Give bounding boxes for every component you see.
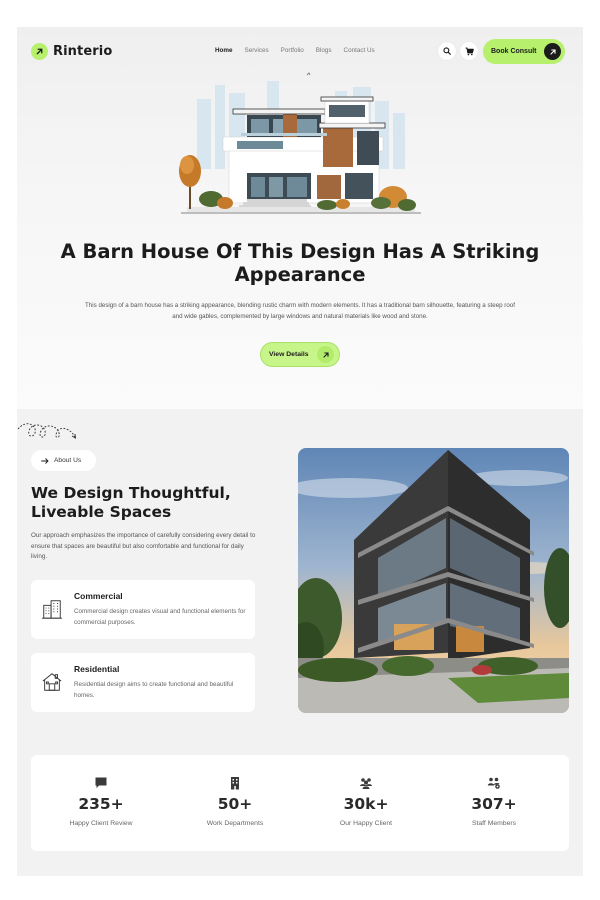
about-section: About Us We Design Thoughtful, Liveable … <box>17 409 583 876</box>
stat-value: 235+ <box>78 795 124 813</box>
card-title: Commercial <box>74 591 123 601</box>
nav-item-blogs[interactable]: Blogs <box>316 47 332 54</box>
navbar: Rinterio Home Services Portfolio Blogs C… <box>17 27 583 77</box>
cart-button[interactable] <box>460 42 478 60</box>
view-details-label: View Details <box>269 351 309 358</box>
team-icon <box>487 777 500 789</box>
arrow-right-icon <box>41 457 49 464</box>
about-title: We Design Thoughtful, Liveable Spaces <box>31 484 231 521</box>
logo-arrow-icon <box>31 43 48 60</box>
stat-label: Staff Members <box>471 820 517 827</box>
stat-label: Work Departments <box>206 820 264 827</box>
nav-item-home[interactable]: Home <box>215 47 233 54</box>
nav-item-services[interactable]: Services <box>245 47 269 54</box>
arrow-up-right-icon <box>544 43 561 60</box>
chat-icon <box>95 777 107 788</box>
hero-section: Rinterio Home Services Portfolio Blogs C… <box>17 27 583 409</box>
users-icon <box>360 778 372 789</box>
book-consult-button[interactable]: Book Consult <box>483 39 565 64</box>
hero-description: This design of a barn house has a striki… <box>85 302 515 320</box>
about-description: Our approach emphasizes the importance o… <box>31 532 256 560</box>
stat-value: 50+ <box>217 795 253 813</box>
stat-value: 30k+ <box>343 795 389 813</box>
stat-label: Our Happy Client <box>339 820 393 827</box>
logo[interactable]: Rinterio <box>31 43 112 60</box>
about-us-label: About Us <box>54 457 82 464</box>
search-icon <box>443 47 451 55</box>
office-icon <box>231 777 239 790</box>
building-icon <box>41 600 63 619</box>
stat-item: 307+ Staff Members <box>427 755 561 851</box>
building-photo <box>298 448 569 713</box>
page-frame: Rinterio Home Services Portfolio Blogs C… <box>17 27 583 876</box>
home-icon <box>42 673 62 691</box>
card-text: Residential design aims to create functi… <box>74 681 234 699</box>
main-menu: Home Services Portfolio Blogs Contact Us <box>215 47 375 54</box>
view-details-button[interactable]: View Details <box>260 342 340 367</box>
service-card-commercial[interactable]: Commercial Commercial design creates vis… <box>31 580 255 639</box>
nav-item-contact[interactable]: Contact Us <box>344 47 375 54</box>
card-text: Commercial design creates visual and fun… <box>74 608 246 626</box>
nav-item-portfolio[interactable]: Portfolio <box>281 47 304 54</box>
stat-value: 307+ <box>471 795 517 813</box>
card-title: Residential <box>74 664 120 674</box>
stats-panel: 235+ Happy Client Review 50+ Work Depart… <box>31 755 569 851</box>
cart-icon <box>465 47 474 55</box>
stat-item: 50+ Work Departments <box>168 755 302 851</box>
book-consult-label: Book Consult <box>491 48 537 55</box>
brand-name: Rinterio <box>53 44 113 59</box>
stat-item: 30k+ Our Happy Client <box>299 755 433 851</box>
service-card-residential[interactable]: Residential Residential design aims to c… <box>31 653 255 712</box>
stat-item: 235+ Happy Client Review <box>34 755 168 851</box>
stat-label: Happy Client Review <box>69 820 133 827</box>
hero-title: A Barn House Of This Design Has A Striki… <box>60 240 540 286</box>
about-us-badge: About Us <box>31 450 96 471</box>
search-button[interactable] <box>438 42 456 60</box>
house-illustration <box>179 72 421 214</box>
arrow-up-right-icon <box>317 346 334 363</box>
dashed-squiggle-icon <box>17 423 77 439</box>
